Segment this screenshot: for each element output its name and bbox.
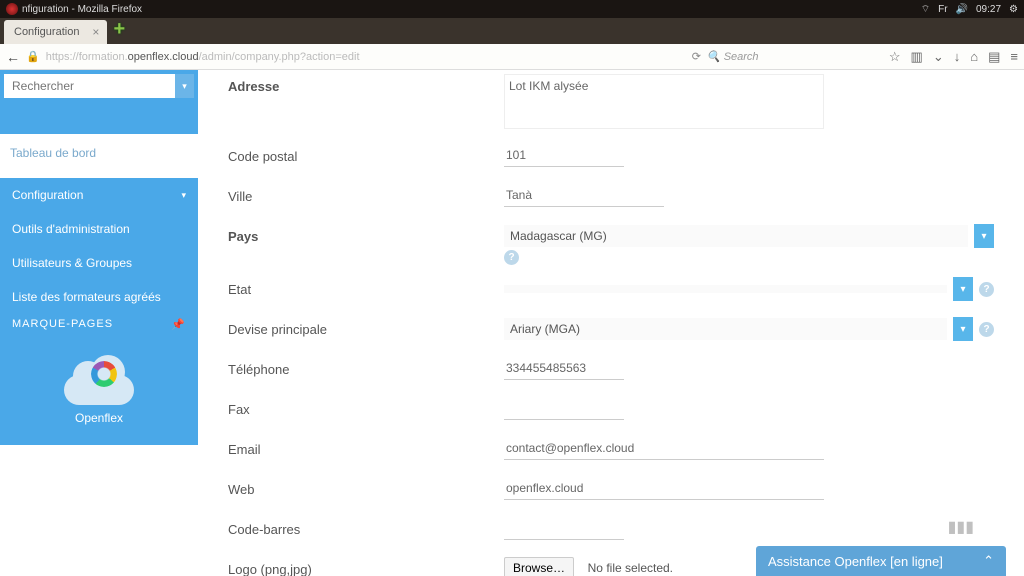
no-file-label: No file selected. (588, 561, 673, 575)
help-icon[interactable]: ? (979, 282, 994, 297)
tab-configuration[interactable]: Configuration × (4, 20, 107, 44)
label-barcode: Code-barres (228, 517, 504, 537)
pocket-icon[interactable]: ⌄ (933, 49, 944, 65)
label-fax: Fax (228, 397, 504, 417)
input-fax[interactable] (504, 397, 624, 420)
library-icon[interactable]: ▥ (911, 49, 923, 65)
lock-icon: 🔒 (26, 50, 40, 63)
wifi-icon: ⌔ (921, 3, 930, 16)
select-devise[interactable]: Ariary (MGA) (504, 318, 947, 340)
cloud-icon (59, 355, 139, 405)
sidebar-item-tools[interactable]: Outils d'administration (0, 212, 198, 246)
url-bar: ← 🔒 https://formation.openflex.cloud/adm… (0, 44, 1024, 70)
gear-icon[interactable]: ⚙ (1009, 4, 1018, 15)
os-logo-icon (6, 3, 18, 15)
label-adresse: Adresse (228, 74, 504, 94)
chevron-down-icon[interactable]: ▾ (974, 224, 994, 248)
main-form: Adresse Code postal Ville Pays Madagasca… (198, 70, 1024, 576)
chat-label: Assistance Openflex [en ligne] (768, 554, 943, 569)
os-time: 09:27 (976, 4, 1001, 15)
chevron-down-icon: ▾ (181, 190, 186, 201)
label-ville: Ville (228, 184, 504, 204)
sidebar-item-configuration[interactable]: Configuration▾ (0, 178, 198, 212)
chevron-up-icon: ⌃ (983, 553, 994, 569)
label-web: Web (228, 477, 504, 497)
sidebar-item-trainers[interactable]: Liste des formateurs agréés (0, 280, 198, 314)
sidebar-item-users[interactable]: Utilisateurs & Groupes (0, 246, 198, 280)
sidebar-icon[interactable]: ▤ (988, 49, 1000, 65)
search-field[interactable]: 🔍 Search (707, 50, 883, 63)
download-icon[interactable]: ↓ (954, 49, 961, 65)
label-pays: Pays (228, 224, 504, 244)
input-web[interactable] (504, 477, 824, 500)
chat-widget[interactable]: Assistance Openflex [en ligne] ⌃ (756, 546, 1006, 576)
close-icon[interactable]: × (92, 25, 99, 39)
input-email[interactable] (504, 437, 824, 460)
label-devise: Devise principale (228, 317, 504, 337)
sidebar-item-dashboard[interactable]: Tableau de bord (0, 134, 198, 172)
brand-label: Openflex (0, 411, 198, 425)
barcode-icon: ▮▮▮ (948, 517, 974, 537)
label-logo: Logo (png,jpg) (228, 557, 504, 576)
bookmarks-label: MARQUE-PAGES (12, 318, 113, 331)
input-tel[interactable] (504, 357, 624, 380)
chevron-down-icon: ▾ (182, 81, 187, 92)
input-barcode[interactable] (504, 517, 624, 540)
select-pays[interactable]: Madagascar (MG) (504, 225, 968, 247)
volume-icon: 🔊 (956, 4, 968, 15)
menu-icon[interactable]: ≡ (1010, 49, 1018, 65)
sidebar-search-input[interactable] (4, 74, 175, 98)
select-etat[interactable] (504, 285, 947, 293)
pin-icon[interactable]: 📌 (171, 318, 186, 331)
os-top-bar: nfiguration - Mozilla Firefox ⌔ Fr 🔊 09:… (0, 0, 1024, 18)
label-tel: Téléphone (228, 357, 504, 377)
home-icon[interactable]: ⌂ (970, 49, 978, 65)
input-code-postal[interactable] (504, 144, 624, 167)
help-icon[interactable]: ? (504, 250, 519, 265)
window-title: nfiguration - Mozilla Firefox (22, 4, 142, 15)
new-tab-button[interactable]: + (113, 18, 125, 41)
label-etat: Etat (228, 277, 504, 297)
url-field[interactable]: https://formation.openflex.cloud/admin/c… (46, 51, 686, 63)
chevron-down-icon[interactable]: ▾ (953, 277, 973, 301)
os-lang: Fr (938, 4, 947, 15)
help-icon[interactable]: ? (979, 322, 994, 337)
sidebar: ▾ Tableau de bord Configuration▾ Outils … (0, 70, 198, 576)
label-email: Email (228, 437, 504, 457)
input-adresse[interactable] (504, 74, 824, 129)
input-ville[interactable] (504, 184, 664, 207)
browser-tabs: Configuration × + (0, 18, 1024, 44)
star-icon[interactable]: ☆ (889, 49, 901, 65)
tab-label: Configuration (14, 26, 79, 38)
label-code-postal: Code postal (228, 144, 504, 164)
browse-button[interactable]: Browse… (504, 557, 574, 576)
reload-icon[interactable]: ⟳ (692, 50, 701, 63)
back-button[interactable]: ← (6, 49, 20, 65)
os-tray: ⌔ Fr 🔊 09:27 ⚙ (921, 3, 1018, 16)
chevron-down-icon[interactable]: ▾ (953, 317, 973, 341)
sidebar-search-button[interactable]: ▾ (175, 74, 194, 98)
bookmark-openflex[interactable]: Openflex (0, 345, 198, 445)
